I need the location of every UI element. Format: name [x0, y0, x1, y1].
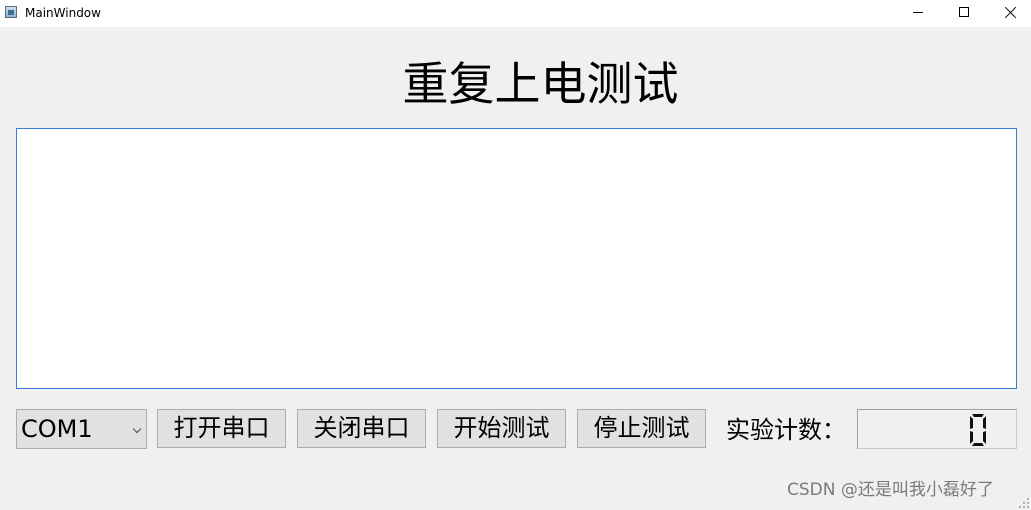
- port-select[interactable]: COM1: [16, 409, 147, 449]
- start-test-button[interactable]: 开始测试: [437, 409, 566, 448]
- main-window: MainWindow 重复上电测试 COM1 打开串口 关闭串口 开始测试 停止…: [0, 0, 1031, 510]
- maximize-icon: [959, 7, 969, 17]
- app-window-icon: [5, 6, 17, 18]
- stop-test-button[interactable]: 停止测试: [577, 409, 706, 448]
- count-lcd-display: 0: [857, 409, 1017, 449]
- count-label: 实验计数：: [726, 416, 846, 444]
- size-grip-icon[interactable]: [1019, 498, 1029, 508]
- page-title: 重复上电测试: [402, 57, 679, 111]
- window-title: MainWindow: [25, 6, 101, 20]
- count-lcd-digit: [970, 414, 986, 446]
- title-bar[interactable]: MainWindow: [0, 0, 1031, 27]
- open-port-button[interactable]: 打开串口: [157, 409, 286, 448]
- count-value: 0: [858, 410, 859, 411]
- log-text-area[interactable]: [16, 128, 1017, 389]
- chevron-down-icon: [132, 424, 142, 434]
- maximize-button[interactable]: [941, 0, 987, 27]
- close-icon: [1004, 6, 1017, 19]
- minimize-icon: [913, 12, 923, 13]
- close-port-button[interactable]: 关闭串口: [297, 409, 426, 448]
- minimize-button[interactable]: [895, 0, 941, 27]
- port-select-value: COM1: [21, 415, 93, 443]
- watermark-text: CSDN @还是叫我小磊好了: [787, 480, 994, 500]
- close-button[interactable]: [987, 0, 1031, 27]
